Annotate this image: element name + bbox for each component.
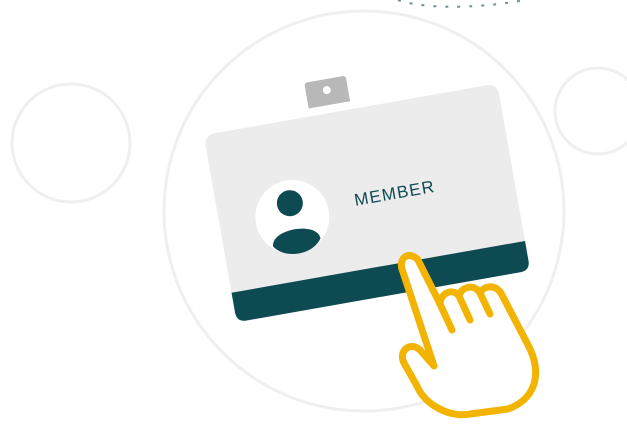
left-background-circle bbox=[10, 82, 132, 204]
top-arc-fragment bbox=[397, 0, 526, 8]
illustration: MEMBER bbox=[10, 0, 627, 419]
right-background-circle bbox=[553, 66, 627, 156]
member-badge[interactable]: MEMBER bbox=[198, 50, 530, 322]
